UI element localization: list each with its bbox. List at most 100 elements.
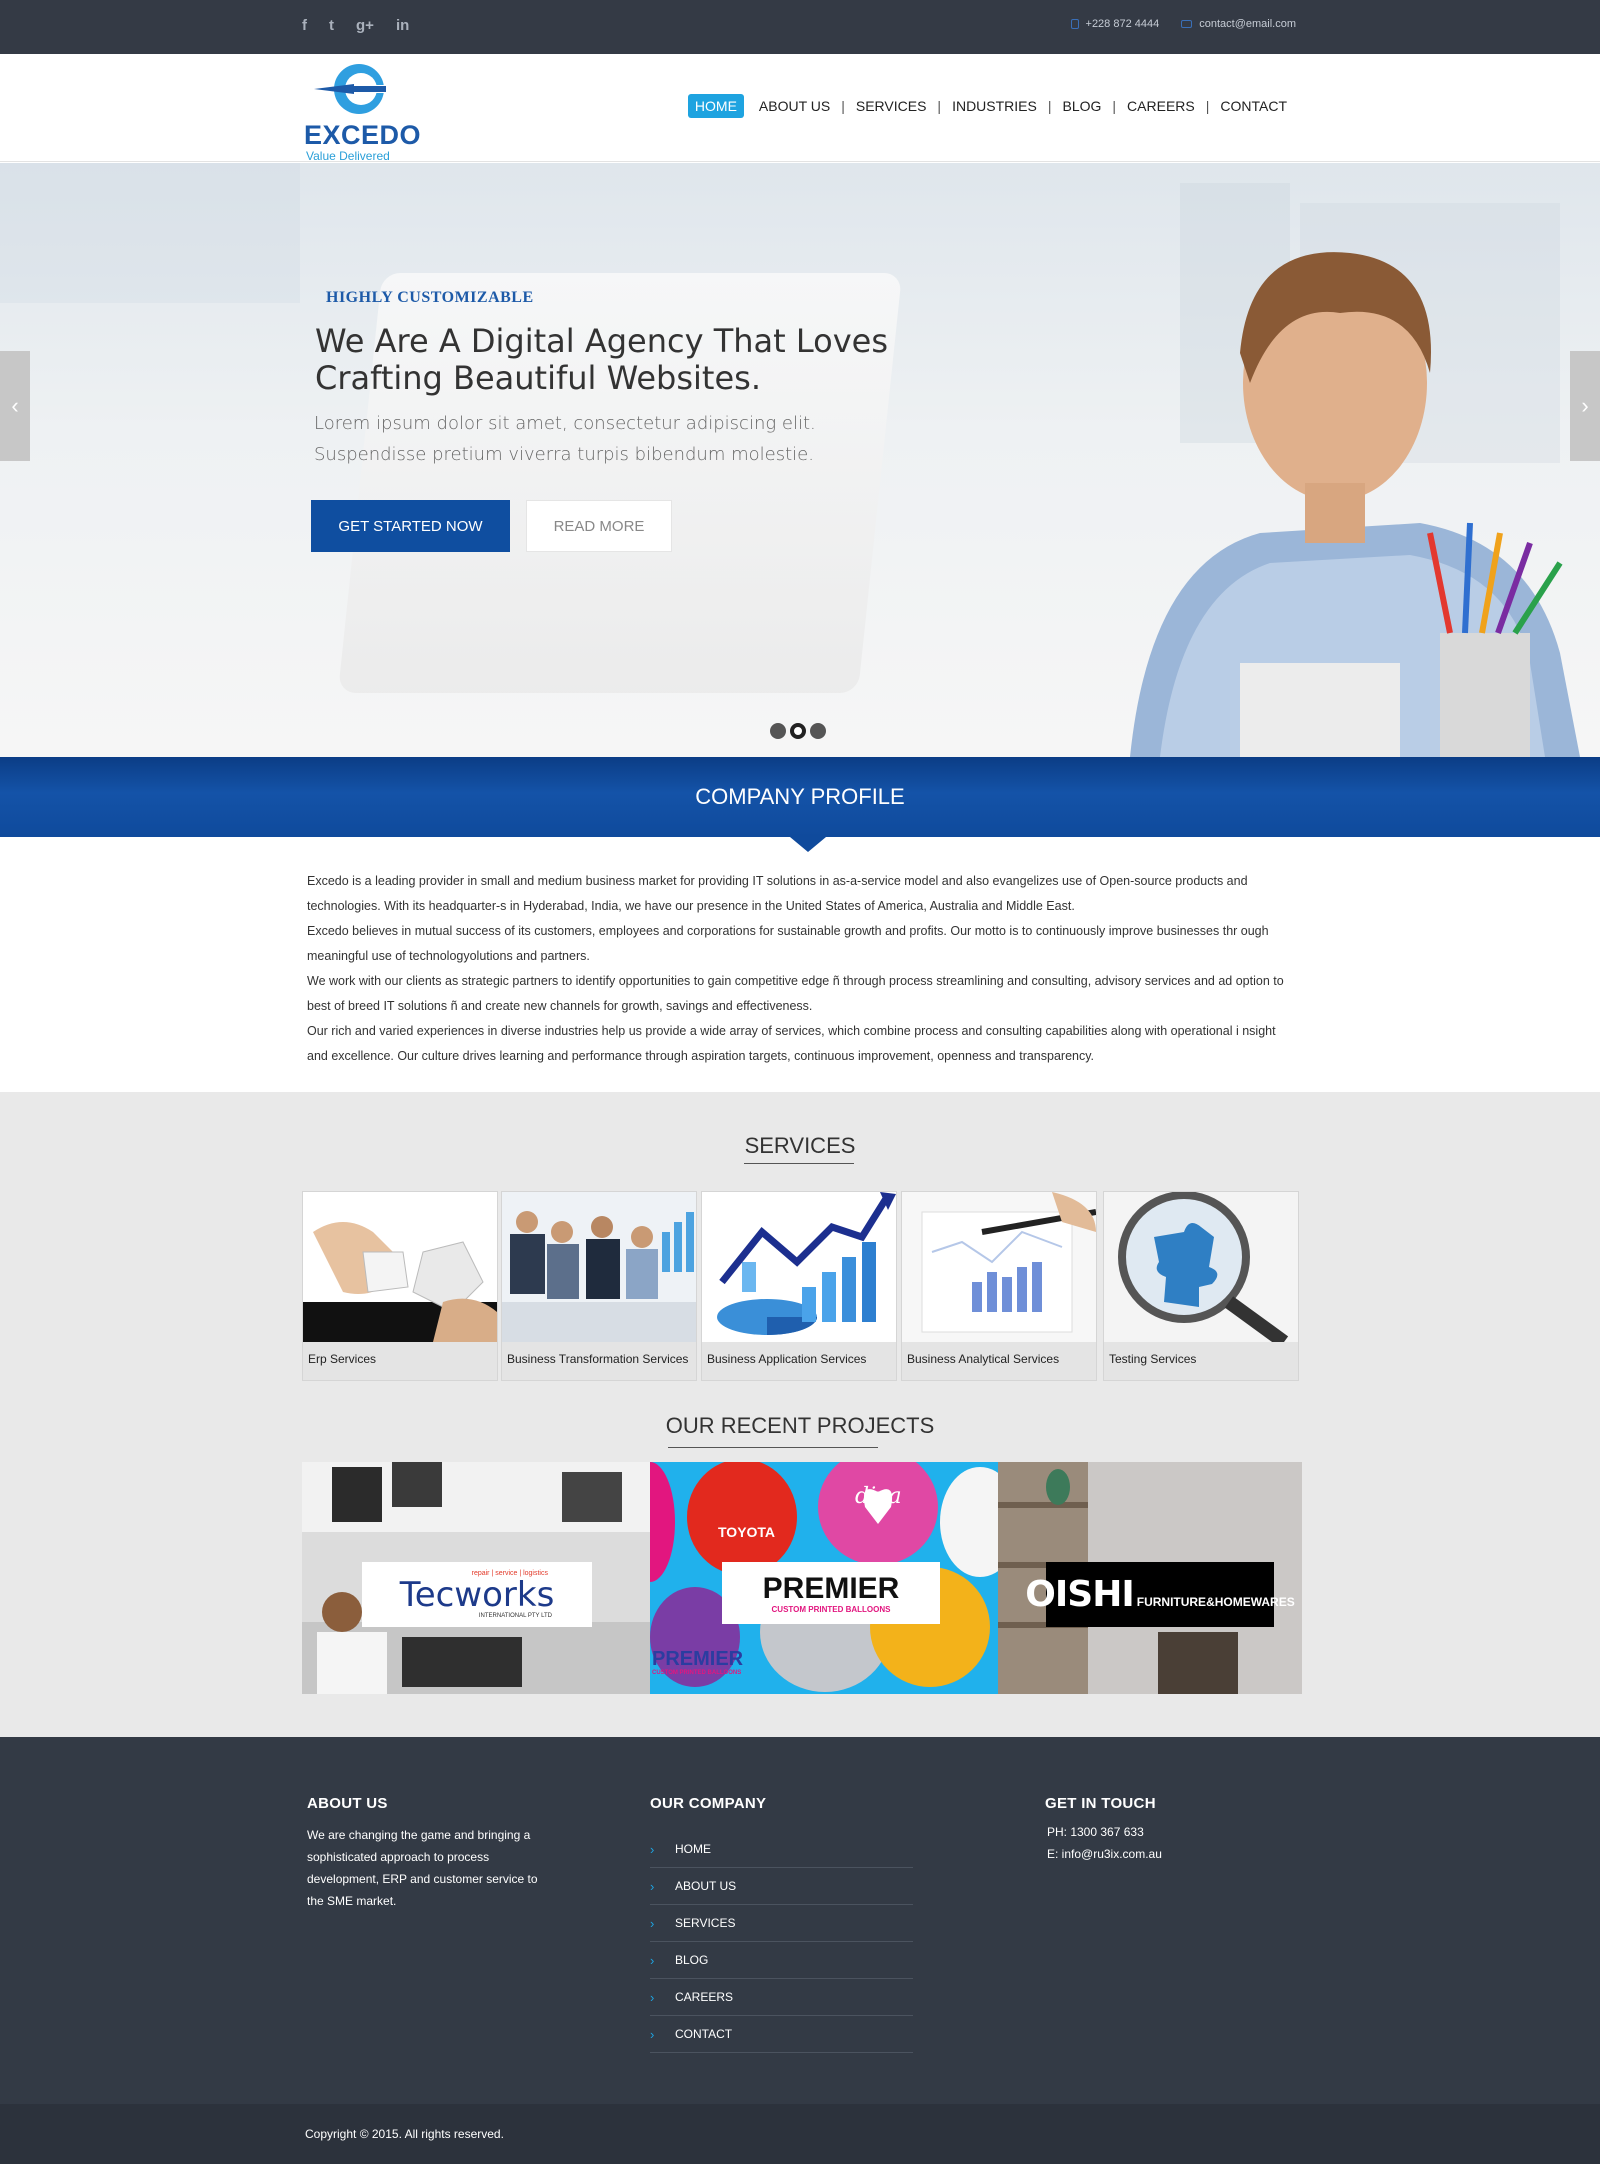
- footer-link-label: HOME: [675, 1842, 711, 1856]
- google-plus-icon[interactable]: g+: [356, 17, 374, 34]
- get-started-button[interactable]: GET STARTED NOW: [311, 500, 510, 552]
- linkedin-icon[interactable]: in: [396, 17, 409, 34]
- read-more-button[interactable]: READ MORE: [526, 500, 672, 552]
- nav-separator: |: [937, 98, 942, 114]
- nav-separator: |: [1205, 98, 1210, 114]
- footer-link-careers[interactable]: › CAREERS: [650, 1979, 913, 2016]
- chevron-right-icon: ›: [1581, 393, 1589, 418]
- project-tecworks[interactable]: repair | service | logistics Tecworks IN…: [302, 1462, 650, 1694]
- site-header: EXCEDO Value Delivered HOME ABOUT US | S…: [0, 54, 1600, 163]
- service-card-erp[interactable]: Erp Services: [302, 1191, 498, 1381]
- service-label: Erp Services: [308, 1352, 377, 1366]
- nav-services[interactable]: SERVICES: [849, 94, 934, 118]
- nav-careers[interactable]: CAREERS: [1120, 94, 1202, 118]
- footer-link-label: BLOG: [675, 1953, 709, 1967]
- service-card-application[interactable]: Business Application Services: [701, 1191, 897, 1381]
- services-title: SERVICES: [744, 1133, 856, 1158]
- chevron-right-icon: ›: [650, 1989, 655, 2005]
- site-footer: ABOUT US We are changing the game and br…: [0, 1737, 1600, 2104]
- hero-kicker: HIGHLY CUSTOMIZABLE: [326, 289, 534, 306]
- footer-link-label: CAREERS: [675, 1990, 734, 2004]
- balloon-diva-label: diva: [855, 1484, 902, 1509]
- logo-word: EXCEDO: [304, 120, 422, 150]
- nav-blog[interactable]: BLOG: [1056, 94, 1109, 118]
- service-label: Testing Services: [1109, 1352, 1197, 1366]
- footer-link-label: CONTACT: [675, 2027, 733, 2041]
- facebook-icon[interactable]: f: [302, 17, 307, 34]
- footer-link-blog[interactable]: › BLOG: [650, 1942, 913, 1979]
- service-card-transformation[interactable]: Business Transformation Services: [501, 1191, 697, 1381]
- nav-contact[interactable]: CONTACT: [1213, 94, 1294, 118]
- social-links: f t g+ in: [302, 17, 409, 34]
- premier-small-logo: PREMIER CUSTOM PRINTED BALLOONS: [652, 1648, 744, 1680]
- projects-title-underline: [668, 1447, 878, 1448]
- footer-link-home[interactable]: › HOME: [650, 1831, 913, 1868]
- nav-home[interactable]: HOME: [687, 94, 744, 118]
- premier-small-sub: CUSTOM PRINTED BALLOONS: [652, 1670, 742, 1676]
- oishi-logo: OISHI FURNITURE&HOMEWARES: [1025, 1562, 1295, 1627]
- nav-industries[interactable]: INDUSTRIES: [945, 94, 1044, 118]
- copyright-bar: Copyright © 2015. All rights reserved.: [0, 2104, 1600, 2164]
- slider-dot[interactable]: [770, 723, 786, 739]
- slider-dot-active[interactable]: [790, 723, 806, 739]
- footer-link-about[interactable]: › ABOUT US: [650, 1868, 913, 1905]
- tecworks-name: Tecworks: [399, 1575, 555, 1615]
- slider-next-button[interactable]: ›: [1570, 351, 1600, 461]
- bg-window: [0, 163, 300, 303]
- footer-email[interactable]: E: info@ru3ix.com.au: [1047, 1843, 1162, 1865]
- service-label: Business Transformation Services: [507, 1352, 689, 1366]
- logo-tagline: Value Delivered: [306, 149, 390, 163]
- mail-icon: [1181, 20, 1193, 28]
- nav-about-us[interactable]: ABOUT US: [752, 94, 837, 118]
- top-contact: +228 872 4444 contact@email.com: [1070, 18, 1296, 30]
- company-profile-text: Excedo is a leading provider in small an…: [307, 874, 1284, 1063]
- section-caret: [790, 837, 826, 852]
- footer-link-contact[interactable]: › CONTACT: [650, 2016, 913, 2053]
- chevron-right-icon: ›: [650, 1915, 655, 1931]
- services-title-underline: [744, 1163, 854, 1164]
- footer-phone: PH: 1300 367 633: [1047, 1825, 1144, 1839]
- premier-logo: PREMIER CUSTOM PRINTED BALLOONS: [722, 1562, 940, 1624]
- chevron-right-icon: ›: [650, 1878, 655, 1894]
- growth-chart-image: [702, 1192, 896, 1342]
- top-phone: +228 872 4444: [1070, 18, 1160, 30]
- premier-name: PREMIER: [762, 1571, 900, 1605]
- company-profile-title: COMPANY PROFILE: [695, 784, 905, 809]
- main-nav: HOME ABOUT US | SERVICES | INDUSTRIES | …: [687, 94, 1294, 118]
- logo[interactable]: EXCEDO Value Delivered: [304, 62, 421, 163]
- tecworks-logo: repair | service | logistics Tecworks IN…: [362, 1562, 592, 1627]
- footer-about-text: We are changing the game and bringing a …: [307, 1828, 538, 1908]
- hero-slider: HIGHLY CUSTOMIZABLE We Are A Digital Age…: [0, 163, 1600, 757]
- company-profile-band: COMPANY PROFILE: [0, 757, 1600, 837]
- hero-subtitle: Lorem ipsum dolor sit amet, consectetur …: [314, 413, 816, 465]
- oishi-name: OISHI: [1025, 1574, 1134, 1615]
- phone-icon: [1070, 19, 1079, 29]
- project-premier[interactable]: TOYOTA diva PREMIER CUSTOM PRINTED BALLO…: [650, 1462, 998, 1694]
- hero-title: We Are A Digital Agency That Loves Craft…: [315, 322, 889, 397]
- premier-small-name: PREMIER: [652, 1648, 744, 1670]
- footer-link-services[interactable]: › SERVICES: [650, 1905, 913, 1942]
- service-card-testing[interactable]: Testing Services: [1103, 1191, 1299, 1381]
- project-oishi[interactable]: OISHI FURNITURE&HOMEWARES: [998, 1462, 1302, 1694]
- logo-mark-icon: [314, 64, 388, 114]
- chevron-right-icon: ›: [650, 1952, 655, 1968]
- footer-company-title: OUR COMPANY: [650, 1795, 767, 1812]
- nav-separator: |: [1112, 98, 1117, 114]
- service-label: Business Analytical Services: [907, 1352, 1060, 1366]
- twitter-icon[interactable]: t: [329, 17, 334, 34]
- oishi-sub: FURNITURE&HOMEWARES: [1136, 1594, 1295, 1609]
- tecworks-sub: INTERNATIONAL PTY LTD: [478, 1613, 552, 1619]
- chevron-right-icon: ›: [650, 2026, 655, 2042]
- footer-link-label: SERVICES: [675, 1916, 736, 1930]
- nav-separator: |: [841, 98, 845, 114]
- top-phone-text: +228 872 4444: [1085, 18, 1160, 30]
- service-label: Business Application Services: [707, 1352, 867, 1366]
- puzzle-hands-image: [303, 1192, 497, 1342]
- top-email[interactable]: contact@email.com: [1181, 18, 1296, 30]
- footer-about-title: ABOUT US: [307, 1795, 388, 1812]
- slider-dot[interactable]: [810, 723, 826, 739]
- slider-prev-button[interactable]: ‹: [0, 351, 30, 461]
- slider-dots: [770, 723, 826, 739]
- service-card-analytical[interactable]: Business Analytical Services: [901, 1191, 1097, 1381]
- top-email-text[interactable]: contact@email.com: [1199, 18, 1296, 30]
